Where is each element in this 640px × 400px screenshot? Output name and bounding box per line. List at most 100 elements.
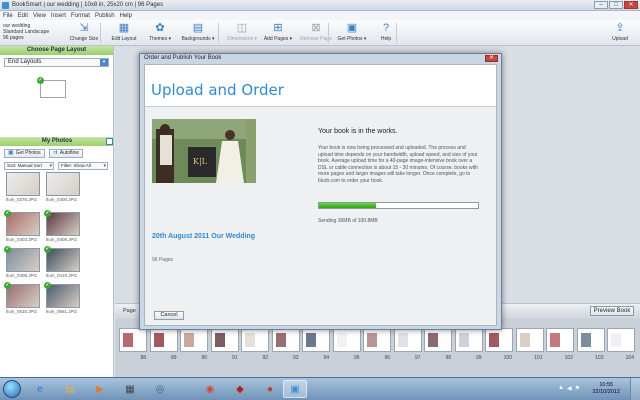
page-number: 95 bbox=[353, 355, 360, 361]
themes-button[interactable]: ✿ Themes ▾ bbox=[140, 22, 180, 42]
resize-button[interactable]: ⇲ Change Size bbox=[64, 22, 104, 42]
page-number: 96 bbox=[384, 355, 390, 361]
page-thumbnail[interactable]: 91 bbox=[210, 328, 239, 361]
network-icon[interactable]: ▲ bbox=[558, 385, 564, 392]
menu-help[interactable]: Help bbox=[120, 13, 132, 19]
page-thumbnail[interactable]: 102 bbox=[546, 328, 574, 361]
page-thumbnail[interactable]: 89 bbox=[149, 328, 178, 361]
page-number: 97 bbox=[414, 355, 421, 361]
photo-thumbnail[interactable]: Ilum_0400.JPG bbox=[46, 172, 80, 202]
page-thumbnail[interactable]: 92 bbox=[241, 328, 269, 361]
photo-thumbnail[interactable]: ✓ Ilum_0409.JPG bbox=[4, 246, 40, 278]
explorer-icon[interactable]: ▤ bbox=[58, 380, 82, 398]
photo-thumbnail[interactable]: ✓ Ilum_0561.JPG bbox=[44, 282, 80, 314]
upload-button[interactable]: ⇪ Upload bbox=[600, 22, 640, 42]
media-player-icon[interactable]: ▶ bbox=[88, 380, 112, 398]
page-thumbnail[interactable]: 98 bbox=[424, 328, 452, 361]
layout-button[interactable]: ▦ Edit Layout bbox=[104, 22, 144, 42]
chevron-down-icon: ▾ bbox=[100, 59, 108, 66]
page-thumbnail[interactable]: 95 bbox=[332, 328, 361, 361]
preview-book-button[interactable]: Preview Book bbox=[590, 306, 634, 316]
refresh-icon[interactable] bbox=[106, 138, 113, 145]
show-desktop-button[interactable] bbox=[630, 378, 640, 400]
dialog-close-button[interactable]: ✕ bbox=[485, 55, 498, 62]
add-pages-button[interactable]: ⊞ Add Pages ▾ bbox=[258, 22, 298, 42]
start-button[interactable] bbox=[3, 380, 21, 398]
maximize-button[interactable]: □ bbox=[609, 1, 623, 9]
photo-image bbox=[46, 248, 80, 272]
page-number: 89 bbox=[170, 355, 177, 361]
photo-filename: Ilum_0408.JPG bbox=[46, 237, 78, 242]
layout-dropdown-value: End Layouts bbox=[8, 59, 42, 65]
flag-icon[interactable]: ⚑ bbox=[575, 385, 580, 392]
booksmart-icon[interactable]: ▣ bbox=[283, 380, 307, 398]
autoflow-button[interactable]: ⇉ Autoflow bbox=[48, 149, 83, 158]
page-number: 100 bbox=[503, 355, 512, 361]
photo-image bbox=[6, 284, 40, 308]
menu-view[interactable]: View bbox=[33, 13, 46, 19]
get-photos-button[interactable]: ▣ Get Photos bbox=[4, 149, 45, 158]
window-title: BookSmart | our wedding | 10x8 in, 25x20… bbox=[12, 2, 164, 8]
close-button[interactable]: ✕ bbox=[624, 1, 638, 9]
status-description: Your book is now being processed and upl… bbox=[318, 145, 478, 184]
page-thumbnail[interactable]: 90 bbox=[180, 328, 208, 361]
photo-thumbnail[interactable]: Ilum_0376.JPG bbox=[6, 172, 40, 202]
page-thumbnail[interactable]: 101 bbox=[515, 328, 544, 361]
app-icon-3[interactable]: ● bbox=[258, 380, 282, 398]
page-photo bbox=[458, 333, 469, 347]
toolbar-separator bbox=[396, 23, 397, 43]
photo-filename: Ilum_0561.JPG bbox=[46, 309, 78, 314]
photo-thumbnail[interactable]: ✓ Ilum_0515.JPG bbox=[4, 282, 40, 314]
photo-filename: Ilum_0409.JPG bbox=[6, 273, 38, 278]
app-icon-2[interactable]: ◆ bbox=[228, 380, 252, 398]
page-thumbnail[interactable]: 93 bbox=[271, 328, 300, 361]
dialog-heading: Upload and Order bbox=[151, 81, 284, 99]
get-photos-icon: ▣ bbox=[346, 22, 358, 34]
page-thumbnail[interactable]: 103 bbox=[576, 328, 605, 361]
menu-insert[interactable]: Insert bbox=[51, 13, 66, 19]
check-icon: ✓ bbox=[37, 77, 44, 84]
booksmart-app-icon bbox=[2, 2, 9, 9]
spread-label: Page bbox=[123, 308, 136, 314]
page-thumbnail[interactable]: 99 bbox=[454, 328, 483, 361]
layout-dropdown[interactable]: End Layouts ▾ bbox=[4, 58, 109, 67]
menu-format[interactable]: Format bbox=[71, 13, 90, 19]
page-thumbnail[interactable]: 104 bbox=[607, 328, 635, 361]
menu-file[interactable]: File bbox=[3, 13, 13, 19]
toolbar-separator bbox=[100, 23, 101, 43]
upload-progress-fill bbox=[319, 203, 377, 208]
page-thumbnail[interactable]: 88 bbox=[119, 328, 147, 361]
photo-thumbnail[interactable]: ✓ Ilum_0408.JPG bbox=[44, 210, 80, 242]
filter-select[interactable]: Filter: Show All bbox=[58, 162, 108, 170]
volume-icon[interactable]: ◀ bbox=[567, 385, 572, 392]
backgrounds-button[interactable]: ▤ Backgrounds ▾ bbox=[178, 22, 218, 42]
photo-thumbnail[interactable]: ✓ Ilum_0410.JPG bbox=[44, 246, 80, 278]
help-button[interactable]: ? Help bbox=[366, 22, 406, 42]
cancel-button[interactable]: Cancel bbox=[154, 311, 184, 320]
filmstrip-icon[interactable]: ▦ bbox=[118, 380, 142, 398]
page-number: 99 bbox=[475, 355, 482, 361]
minimize-button[interactable]: – bbox=[594, 1, 608, 9]
page-thumbnail[interactable]: 100 bbox=[485, 328, 513, 361]
help-icon: ? bbox=[382, 22, 390, 34]
page-photo bbox=[550, 333, 560, 347]
page-photo bbox=[519, 333, 530, 347]
app-icon-1[interactable]: ◎ bbox=[148, 380, 172, 398]
menu-edit[interactable]: Edit bbox=[18, 13, 28, 19]
menu-publish[interactable]: Publish bbox=[95, 13, 115, 19]
sort-select[interactable]: Sort: Manual Sort bbox=[4, 162, 54, 170]
dialog-header: Upload and Order bbox=[145, 65, 496, 107]
page-thumbnail[interactable]: 94 bbox=[302, 328, 330, 361]
photo-image bbox=[46, 284, 80, 308]
page-thumbnail[interactable]: 97 bbox=[393, 328, 422, 361]
page-photo bbox=[123, 333, 133, 347]
clock[interactable]: 10:55 22/10/2012 bbox=[592, 382, 620, 396]
check-icon: ✓ bbox=[4, 282, 11, 289]
chrome-icon[interactable]: ◉ bbox=[198, 380, 222, 398]
page-thumbnail[interactable]: 96 bbox=[363, 328, 391, 361]
status-heading: Your book is in the works. bbox=[318, 128, 398, 135]
upload-icon: ⇪ bbox=[615, 22, 625, 34]
photo-thumbnail[interactable]: ✓ Ilum_0403.JPG bbox=[4, 210, 40, 242]
ie-icon[interactable]: e bbox=[28, 380, 52, 398]
layout-thumbnail[interactable]: ✓ bbox=[37, 77, 66, 98]
